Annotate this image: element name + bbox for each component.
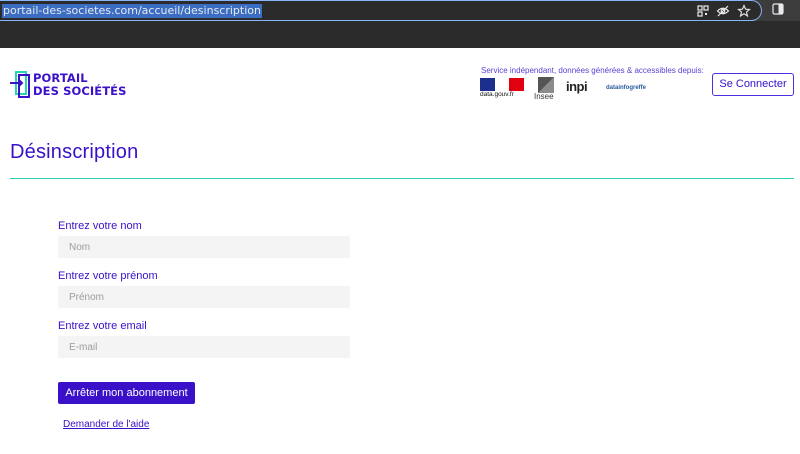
service-description: Service indépendant, données générées & …	[481, 66, 704, 75]
logo-line-2: DES SOCIÉTÉS	[33, 84, 127, 98]
email-input[interactable]	[58, 336, 350, 358]
side-panel-icon[interactable]	[772, 3, 784, 15]
partner-logos: data.gouv.fr Insee inpi datainfogreffe	[480, 77, 680, 103]
help-link[interactable]: Demander de l'aide	[63, 419, 149, 430]
prenom-label: Entrez votre prénom	[58, 270, 158, 282]
prenom-input[interactable]	[58, 286, 350, 308]
nom-input[interactable]	[58, 236, 350, 258]
page-title: Désinscription	[10, 141, 139, 163]
datagouv-label: data.gouv.fr	[480, 91, 514, 98]
nom-label: Entrez votre nom	[58, 220, 142, 232]
datagouv-logo: data.gouv.fr	[480, 78, 524, 100]
browser-toolbar: portail-des-societes.com/accueil/desinsc…	[0, 0, 800, 21]
browser-bookmarks-bar	[0, 21, 800, 48]
title-divider	[10, 178, 794, 179]
site-logo[interactable]: PORTAIL DES SOCIÉTÉS	[10, 70, 130, 100]
email-label: Entrez votre email	[58, 320, 147, 332]
inpi-logo: inpi	[566, 79, 588, 94]
insee-mark-icon	[538, 77, 554, 93]
star-icon[interactable]	[737, 4, 751, 18]
insee-label: Insee	[534, 92, 554, 101]
eye-off-icon[interactable]	[716, 4, 730, 18]
qr-code-icon[interactable]	[696, 4, 710, 18]
address-bar[interactable]: portail-des-societes.com/accueil/desinsc…	[0, 0, 762, 21]
french-flag-icon	[480, 78, 524, 91]
unsubscribe-button[interactable]: Arrêter mon abonnement	[58, 382, 195, 404]
logo-text: PORTAIL DES SOCIÉTÉS	[33, 72, 127, 98]
address-bar-url[interactable]: portail-des-societes.com/accueil/desinsc…	[2, 4, 262, 18]
insee-logo: Insee	[534, 77, 558, 103]
logo-mark-icon	[10, 71, 30, 98]
infogreffe-logo: datainfogreffe	[606, 85, 647, 91]
login-button[interactable]: Se Connecter	[712, 73, 794, 96]
